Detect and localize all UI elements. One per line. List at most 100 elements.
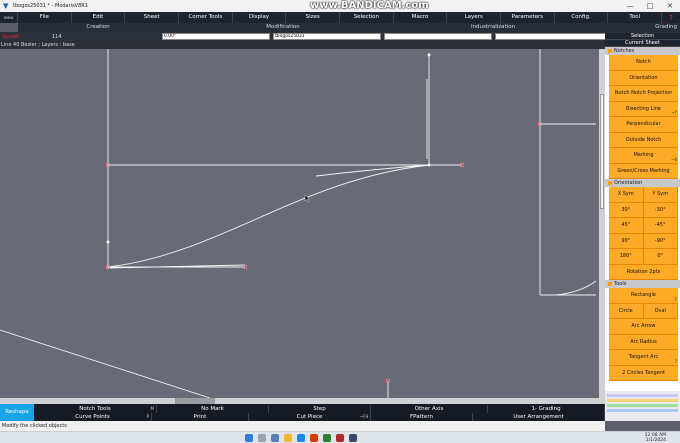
drawing-canvas[interactable] bbox=[0, 49, 599, 399]
menu-layers[interactable]: Layers bbox=[447, 12, 502, 23]
rotate-minus-45-button[interactable]: -45° bbox=[643, 218, 678, 234]
extra-field-1[interactable] bbox=[384, 33, 492, 40]
bisecting-line-button[interactable]: Bisecting Line ~Y bbox=[609, 101, 678, 117]
arc-arrow-button[interactable]: Arc Arrow bbox=[609, 319, 678, 335]
section-creation[interactable]: Creation bbox=[18, 23, 178, 32]
curve-point bbox=[106, 240, 110, 244]
outside-notch-button[interactable]: Outside Notch bbox=[609, 132, 678, 148]
app-icon-2[interactable] bbox=[310, 434, 318, 442]
right-curve bbox=[555, 280, 597, 296]
green-cross-marking-button[interactable]: Green/Cross Marking bbox=[609, 163, 678, 179]
tangent-arc-button[interactable]: Tangent Arc 7 bbox=[609, 350, 678, 366]
vertical-scroll-thumb[interactable] bbox=[600, 94, 604, 209]
maximize-button[interactable]: □ bbox=[640, 0, 660, 12]
system-clock[interactable]: 12:08 AM 1/1/2024 bbox=[645, 433, 666, 443]
step-button[interactable]: Step bbox=[269, 405, 371, 413]
orientation-row: 30° -30° bbox=[609, 202, 678, 218]
window-title: tbogos25031 * - ModarisV8R1 bbox=[13, 3, 88, 9]
arc-radius-button[interactable]: Arc Radius bbox=[609, 334, 678, 350]
rotate-minus-30-button[interactable]: -30° bbox=[643, 202, 678, 218]
pattern-drawing[interactable] bbox=[0, 49, 599, 399]
horizontal-line-bottom-2 bbox=[109, 264, 246, 269]
orientation-row: 180° 0° bbox=[609, 249, 678, 265]
current-sheet-header[interactable]: Current Sheet bbox=[605, 40, 680, 47]
grading-button[interactable]: 1- Grading bbox=[488, 405, 605, 413]
rotate-0-button[interactable]: 0° bbox=[643, 249, 678, 265]
layer-stripe[interactable] bbox=[607, 409, 678, 412]
layer-stripe[interactable] bbox=[607, 399, 678, 402]
layer-color-panel bbox=[605, 391, 680, 421]
menu-parameters[interactable]: Parameters bbox=[501, 12, 555, 23]
bandicam-icon[interactable] bbox=[336, 434, 344, 442]
perpendicular-button[interactable]: Perpendicular bbox=[609, 117, 678, 133]
close-button[interactable]: ✕ bbox=[660, 0, 680, 12]
edge-browser-icon[interactable] bbox=[297, 434, 305, 442]
notch-button[interactable]: Notch bbox=[609, 55, 678, 71]
tools-section-title[interactable]: Tools bbox=[605, 280, 680, 288]
cut-piece-button[interactable]: Cut Piece ~F9 bbox=[249, 413, 371, 421]
rotate-minus-90-button[interactable]: -90° bbox=[643, 233, 678, 249]
notch-projection-button[interactable]: Notch Notch Projection bbox=[609, 86, 678, 102]
no-mark-button[interactable]: No Mark bbox=[157, 405, 269, 413]
task-view-icon[interactable] bbox=[271, 434, 279, 442]
notches-section-title[interactable]: Notches bbox=[605, 47, 680, 55]
layer-stripe[interactable] bbox=[607, 404, 678, 407]
windows-start-icon[interactable] bbox=[245, 434, 253, 442]
orientation-row: 90° -90° bbox=[609, 233, 678, 249]
info-bar: Modify the clicked objects bbox=[0, 421, 605, 431]
selection-header[interactable]: Selection bbox=[605, 33, 680, 40]
minimize-button[interactable]: — bbox=[620, 0, 640, 12]
status-line: Line 40 Bezier ; Layers : base bbox=[0, 41, 605, 49]
menu-selection[interactable]: Selection bbox=[340, 12, 394, 23]
x-sym-button[interactable]: X Sym bbox=[609, 187, 644, 203]
y-sym-button[interactable]: Y Sym bbox=[643, 187, 678, 203]
tools-row: Circle Oval bbox=[609, 303, 678, 319]
menu-corner-tools[interactable]: Corner Tools bbox=[179, 12, 233, 23]
marking-button[interactable]: Marking ~8 bbox=[609, 148, 678, 164]
layer-stripe[interactable] bbox=[607, 394, 678, 397]
menu-file[interactable]: File bbox=[18, 12, 72, 23]
search-icon[interactable] bbox=[258, 434, 266, 442]
menu-macro[interactable]: Macro bbox=[394, 12, 448, 23]
reshape-button[interactable]: Reshape bbox=[0, 404, 34, 421]
section-grading[interactable]: Grading bbox=[598, 23, 680, 32]
oval-button[interactable]: Oval bbox=[643, 303, 678, 319]
print-button[interactable]: Print bbox=[152, 413, 249, 421]
orientation-button[interactable]: Orientation bbox=[609, 70, 678, 86]
field-bar: Sysdef 114 bbox=[0, 32, 680, 41]
rotate-30-button[interactable]: 30° bbox=[609, 202, 644, 218]
menu-display[interactable]: Display bbox=[233, 12, 287, 23]
sysdef-label: Sysdef bbox=[2, 33, 19, 40]
fpattern-button[interactable]: FPattern bbox=[371, 413, 473, 421]
sysdef-value: 114 bbox=[52, 33, 62, 40]
menu-edit[interactable]: Edit bbox=[72, 12, 126, 23]
menu-sheet[interactable]: Sheet bbox=[125, 12, 180, 23]
curve-points-button[interactable]: Curve Points P bbox=[34, 413, 152, 421]
bandicam-watermark: www.BANDICAM.com bbox=[310, 0, 429, 11]
modaris-icon[interactable] bbox=[349, 434, 357, 442]
section-industrialization[interactable]: Industrialization bbox=[388, 23, 598, 32]
two-circles-tangent-button[interactable]: 2 Circles Tangent bbox=[609, 365, 678, 381]
section-modification[interactable]: Modification bbox=[178, 23, 388, 32]
rotate-45-button[interactable]: 45° bbox=[609, 218, 644, 234]
angle-field[interactable] bbox=[162, 33, 270, 40]
circle-button[interactable]: Circle bbox=[609, 303, 644, 319]
rotate-180-button[interactable]: 180° bbox=[609, 249, 644, 265]
file-explorer-icon[interactable] bbox=[284, 434, 292, 442]
orientation-section-title[interactable]: Orientation bbox=[605, 179, 680, 187]
orientation-row: 45° -45° bbox=[609, 218, 678, 234]
name-field[interactable] bbox=[273, 33, 381, 40]
menu-tool[interactable]: Tool bbox=[608, 12, 663, 23]
menu-sizes[interactable]: Sizes bbox=[286, 12, 341, 23]
notch-tools-button[interactable]: Notch Tools M bbox=[34, 405, 157, 413]
curve-point bbox=[427, 163, 431, 167]
rotate-90-button[interactable]: 90° bbox=[609, 233, 644, 249]
app-icon-3[interactable] bbox=[323, 434, 331, 442]
help-icon[interactable]: ? bbox=[662, 14, 680, 22]
menu-config[interactable]: Config. bbox=[555, 12, 609, 23]
mouse-cursor-icon bbox=[304, 194, 311, 203]
other-axis-button[interactable]: Other Axis bbox=[371, 405, 488, 413]
user-arrangement-button[interactable]: User Arrangement bbox=[473, 413, 605, 421]
rectangle-button[interactable]: Rectangle F bbox=[609, 288, 678, 304]
rotation-2pts-button[interactable]: Rotation 2pts bbox=[609, 264, 678, 280]
